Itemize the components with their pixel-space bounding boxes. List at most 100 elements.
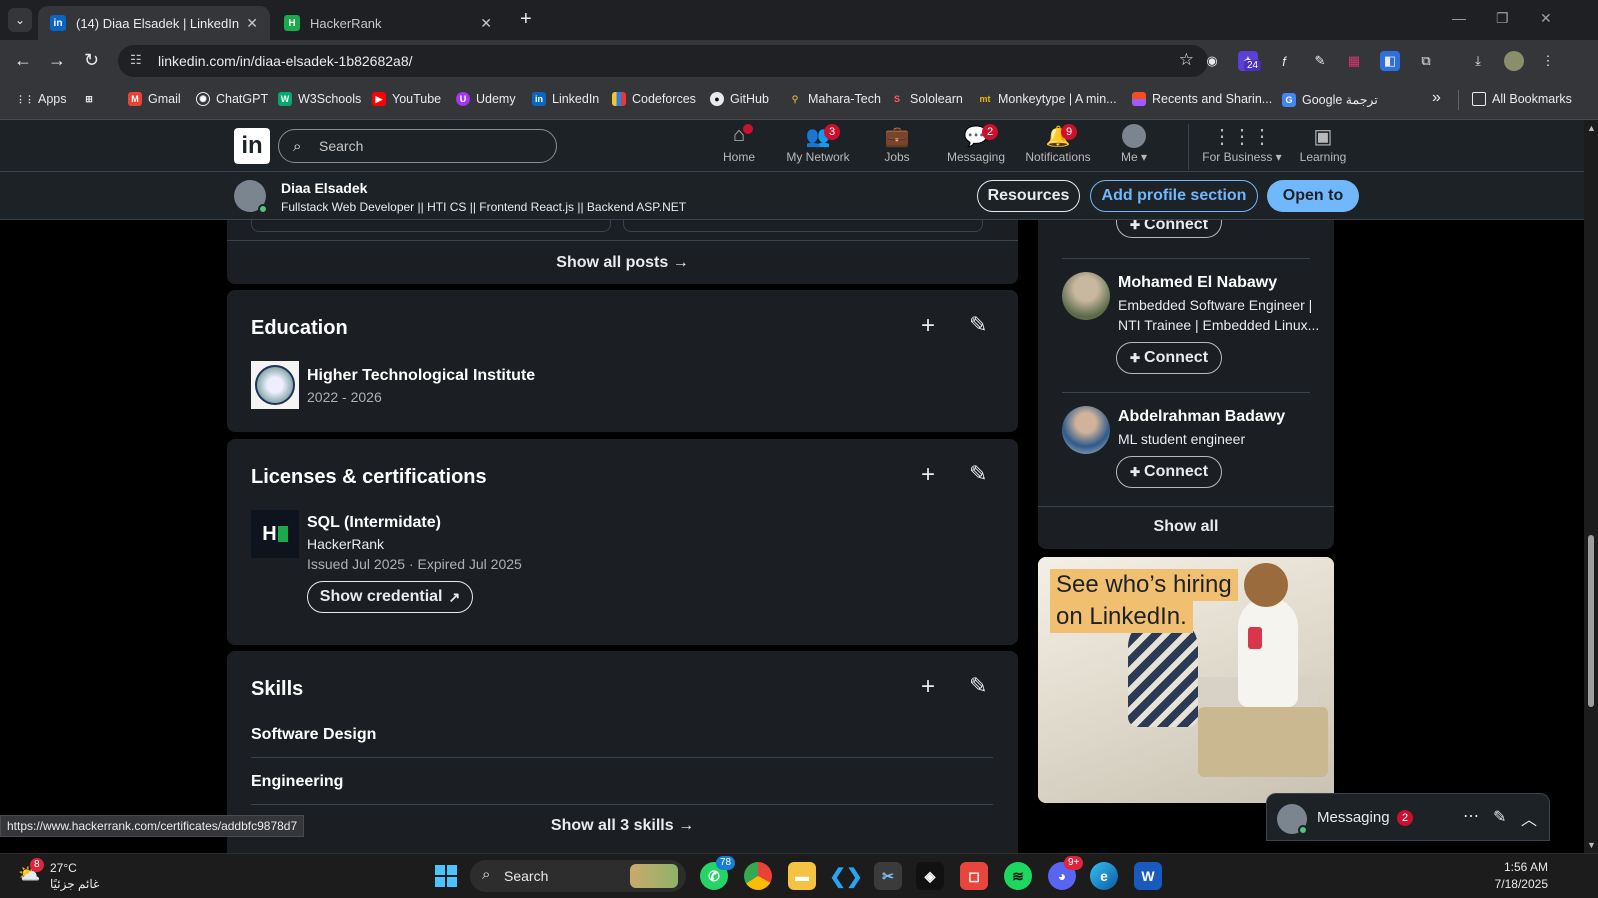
add-profile-section-button[interactable]: Add profile section [1090, 180, 1258, 212]
minimize-icon[interactable]: — [1452, 10, 1466, 26]
bookmark-udemy[interactable]: U Udemy [456, 92, 516, 106]
compose-icon[interactable]: ✎ [1493, 807, 1506, 827]
clock-date[interactable]: 7/18/2025 [1488, 877, 1548, 891]
nav-learning[interactable]: ▣ Learning [1288, 124, 1358, 170]
linkedin-logo-icon[interactable]: in [234, 128, 270, 164]
file-explorer-icon[interactable]: ▬ [788, 862, 816, 890]
skill-item[interactable]: Software Design [251, 726, 376, 744]
more-bookmarks-icon[interactable]: » [1432, 89, 1441, 107]
certification-dates: Issued Jul 2025 · Expired Jul 2025 [307, 556, 522, 572]
translate-extension-icon[interactable]: ◧ [1380, 51, 1400, 71]
edit-pencil-icon[interactable]: ✎ [969, 461, 987, 487]
school-logo[interactable] [251, 361, 299, 409]
snipping-tool-icon[interactable]: ✂ [874, 862, 902, 890]
tab-close-icon[interactable]: ✕ [480, 15, 492, 32]
bookmark-codeforces[interactable]: Codeforces [612, 92, 696, 106]
reload-icon[interactable]: ↻ [84, 50, 99, 71]
bookmark-sololearn[interactable]: S Sololearn [890, 92, 963, 106]
scrollbar-thumb[interactable] [1588, 535, 1594, 707]
show-all-skills-link[interactable]: Show all 3 skills → [227, 817, 1018, 835]
nav-messaging[interactable]: 💬 2 Messaging [934, 124, 1018, 170]
app-cube-icon[interactable]: ◈ [916, 862, 944, 890]
clock-time[interactable]: 1:56 AM [1500, 860, 1548, 874]
nav-my-network[interactable]: 👥 3 My Network [776, 124, 860, 170]
add-icon[interactable]: + [921, 312, 935, 340]
nav-home[interactable]: ⌂ Home [697, 124, 781, 170]
close-window-icon[interactable]: ✕ [1540, 10, 1552, 27]
show-credential-button[interactable]: Show credential ↗ [307, 581, 473, 613]
site-info-icon[interactable]: ☷ [130, 52, 142, 68]
bookmark-gmail[interactable]: M Gmail [128, 92, 181, 106]
person-name[interactable]: Mohamed El Nabawy [1118, 274, 1277, 292]
eyedropper-extension-icon[interactable]: ✎ [1310, 51, 1330, 71]
download-icon[interactable]: ⤓ [1468, 51, 1488, 71]
extensions-puzzle-icon[interactable]: ⧉ [1416, 51, 1436, 71]
nav-notifications[interactable]: 🔔 9 Notifications [1013, 124, 1103, 170]
tab-search-chevron-icon[interactable]: ⌄ [8, 8, 32, 32]
connect-button[interactable]: ✚ Connect [1116, 342, 1222, 374]
edit-pencil-icon[interactable]: ✎ [969, 673, 987, 699]
taskbar-search[interactable]: ⌕ Search [470, 860, 686, 892]
skill-item[interactable]: Engineering [251, 773, 343, 791]
grid-extension-icon[interactable]: ▦ [1344, 51, 1364, 71]
bookmark-apps[interactable]: ⋮⋮ Apps [16, 92, 67, 106]
chevron-up-icon[interactable]: ︿ [1521, 806, 1537, 830]
address-bar[interactable]: ☷ linkedin.com/in/diaa-elsadek-1b82682a8… [118, 45, 1208, 77]
linkedin-search-input[interactable]: ⌕ Search [278, 129, 557, 163]
connect-button[interactable]: ✚ Connect [1116, 456, 1222, 488]
nav-jobs[interactable]: 💼 Jobs [855, 124, 939, 170]
nav-me[interactable]: Me ▾ [1102, 124, 1166, 170]
bookmark-github[interactable]: ● GitHub [710, 92, 769, 106]
formula-extension-icon[interactable]: f [1274, 51, 1294, 71]
bookmark-mahara-tech[interactable]: ⚲ Mahara-Tech [788, 92, 881, 106]
tab-linkedin[interactable]: in (14) Diaa Elsadek | LinkedIn ✕ [38, 6, 270, 40]
hackerrank-logo-icon[interactable]: H [251, 510, 299, 558]
edge-icon[interactable]: e [1090, 862, 1118, 890]
show-all-posts-link[interactable]: Show all posts → [227, 254, 1018, 272]
add-icon[interactable]: + [921, 673, 935, 701]
chrome-icon[interactable] [744, 862, 772, 890]
scroll-down-icon[interactable]: ▼ [1587, 840, 1596, 850]
forward-icon[interactable]: → [48, 50, 66, 71]
bookmark-star-icon[interactable]: ☆ [1179, 50, 1194, 70]
office-app-icon[interactable]: ◻ [960, 862, 988, 890]
show-all-people-link[interactable]: Show all [1038, 518, 1334, 536]
scroll-up-icon[interactable]: ▲ [1587, 123, 1596, 133]
messaging-dock[interactable]: Messaging 2 ⋯ ✎ ︿ [1266, 793, 1550, 841]
edit-pencil-icon[interactable]: ✎ [969, 312, 987, 338]
bookmark-google-translate[interactable]: G Google ترجمة [1282, 92, 1378, 107]
profile-avatar[interactable] [1504, 51, 1524, 71]
nav-for-business[interactable]: ⋮⋮⋮ For Business ▾ [1196, 124, 1288, 170]
bookmark-figma-recents[interactable]: Recents and Sharin... [1132, 92, 1272, 106]
bookmark-monkeytype[interactable]: mt Monkeytype | A min... [978, 92, 1117, 106]
tab-title: (14) Diaa Elsadek | LinkedIn [76, 15, 240, 31]
school-name[interactable]: Higher Technological Institute [307, 367, 535, 385]
bookmark-w3schools[interactable]: W W3Schools [278, 92, 361, 106]
restore-icon[interactable]: ❐ [1496, 10, 1509, 27]
tab-hackerrank[interactable]: H HackerRank ✕ [272, 6, 504, 40]
spotify-icon[interactable]: ≋ [1004, 862, 1032, 890]
page-scrollbar[interactable]: ▲ ▼ [1584, 120, 1598, 853]
vscode-icon[interactable]: ❮❯ [829, 862, 863, 890]
bookmark-chatgpt[interactable]: ✺ ChatGPT [196, 92, 268, 106]
person-name[interactable]: Abdelrahman Badawy [1118, 408, 1285, 426]
add-icon[interactable]: + [921, 461, 935, 489]
all-bookmarks[interactable]: All Bookmarks [1472, 92, 1572, 106]
new-tab-icon[interactable]: + [520, 8, 532, 31]
person-avatar[interactable] [1062, 406, 1110, 454]
person-avatar[interactable] [1062, 272, 1110, 320]
word-icon[interactable]: W [1134, 862, 1162, 890]
chrome-menu-icon[interactable]: ⋮ [1538, 51, 1558, 71]
grid-icon: ⊞ [85, 93, 93, 104]
resources-button[interactable]: Resources [977, 180, 1080, 212]
windows-start-icon[interactable] [432, 862, 460, 890]
open-to-button[interactable]: Open to [1267, 180, 1359, 212]
hiring-ad[interactable]: See who’s hiring on LinkedIn. [1038, 557, 1334, 803]
bookmark-tab-groups[interactable]: ⊞ [82, 92, 102, 106]
camera-extension-icon[interactable]: ◉ [1202, 51, 1222, 71]
bookmark-youtube[interactable]: ▶ YouTube [372, 92, 441, 106]
tab-close-icon[interactable]: ✕ [246, 15, 258, 32]
back-icon[interactable]: ← [14, 50, 32, 71]
more-options-icon[interactable]: ⋯ [1463, 806, 1479, 826]
bookmark-linkedin[interactable]: in LinkedIn [532, 92, 599, 106]
